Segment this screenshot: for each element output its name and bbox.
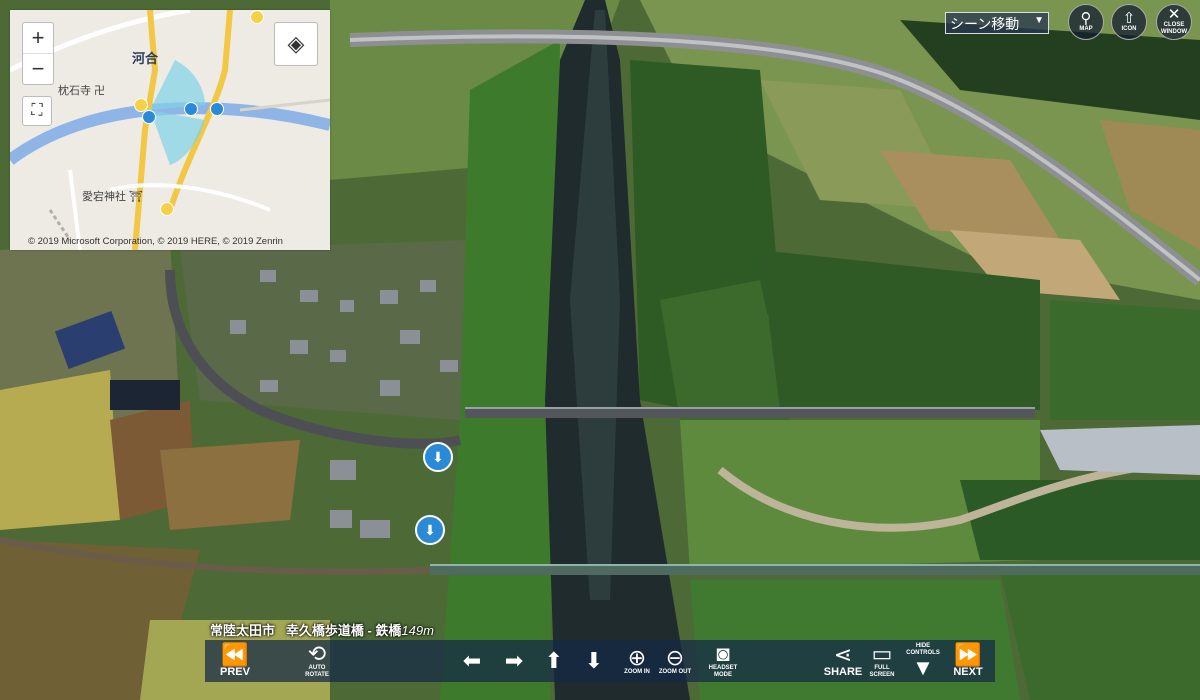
chevron-down-icon: ▼ [1034,15,1044,26]
vr-headset-icon: ◙ [716,641,730,666]
hotspot-download-1[interactable]: ⬇ [423,442,453,472]
map-marker[interactable] [184,102,198,116]
pan-right-button[interactable]: ➡ [497,640,531,682]
full-screen-label: FULL SCREEN [869,665,895,678]
scene-caption: 常陸太田市 幸久橋歩道橋 - 鉄橋149m [210,620,434,639]
map-fullscreen-button[interactable]: ⛶ [22,96,52,126]
auto-rotate-button[interactable]: ⟲ AUTO ROTATE [293,640,341,682]
map-toggle-button[interactable]: ⚲ MAP [1068,4,1104,40]
map-zoom-controls: + − [22,22,54,85]
bottom-toolbar: ⏪ PREV ⟲ AUTO ROTATE ⬅ ➡ ⬆ ⬇ ⊕ ZOOM IN ⊖ … [205,640,995,682]
share-icon: ⋖ [833,642,853,667]
map-toggle-label: MAP [1079,25,1093,32]
zoom-out-icon: ⊖ [665,644,685,670]
map-layers-button[interactable]: ◈ [274,22,318,66]
full-screen-icon: ▭ [871,641,893,666]
zoom-in-icon: ⊕ [627,644,647,670]
zoom-in-label: ZOOM IN [624,668,650,675]
layers-icon: ◈ [287,31,305,56]
map-pin-icon: ⚲ [1080,9,1092,27]
caption-place: 幸久橋歩道橋 - 鉄橋 [285,623,402,638]
next-button[interactable]: ⏩ NEXT [949,640,987,682]
map-zoom-in-button[interactable]: + [23,23,53,53]
map-zoom-out-button[interactable]: − [23,53,53,84]
map-marker[interactable] [210,102,224,116]
map-label-town: 河合 [132,51,159,66]
hide-controls-button[interactable]: HIDE CONTROLS ▼ [903,640,943,682]
fullscreen-icon: ⛶ [31,102,43,119]
close-window-label: CLOSE WINDOW [1160,22,1188,35]
icon-toggle-button[interactable]: ⇧ ICON [1111,4,1147,40]
scene-move-label: シーン移動 [950,16,1020,32]
headset-mode-button[interactable]: ◙ HEADSET MODE [701,640,745,682]
pan-left-button[interactable]: ⬅ [455,640,489,682]
map-marker[interactable] [250,10,264,24]
prev-button[interactable]: ⏪ PREV [215,640,255,682]
map-label-temple: 枕石寺 卍 [58,85,106,97]
share-button[interactable]: ⋖ SHARE [823,640,863,682]
arrow-left-icon: ⬅ [462,648,482,673]
arrow-down-icon: ⬇ [584,648,604,673]
rotate-icon: ⟲ [307,641,327,666]
map-marker-current[interactable] [142,110,156,124]
cloud-download-icon: ⬇ [424,521,436,538]
zoom-out-button[interactable]: ⊖ ZOOM OUT [655,640,695,682]
pan-up-button[interactable]: ⬆ [537,640,571,682]
headset-mode-label: HEADSET MODE [708,665,738,678]
auto-rotate-label: AUTO ROTATE [305,665,329,678]
prev-label: PREV [220,666,250,678]
arrow-right-icon: ➡ [504,648,524,673]
zoom-in-button[interactable]: ⊕ ZOOM IN [617,640,657,682]
hotspot-download-2[interactable]: ⬇ [415,515,445,545]
close-icon: ✕ [1167,6,1181,23]
triangle-down-icon: ▼ [912,655,934,680]
map-label-shrine: 愛宕神社 ⛩ [82,191,144,203]
map-marker[interactable] [160,202,174,216]
fast-forward-icon: ⏩ [954,642,982,667]
zoom-out-label: ZOOM OUT [658,668,692,675]
share-label: SHARE [823,666,863,678]
scene-move-dropdown[interactable]: シーン移動 ▼ [945,12,1049,34]
close-window-button[interactable]: ✕ CLOSE WINDOW [1156,4,1192,40]
cloud-download-icon: ⬇ [432,448,444,465]
caption-distance: 149m [401,623,434,638]
icon-toggle-label: ICON [1121,25,1137,32]
rewind-icon: ⏪ [221,642,249,667]
pan-down-button[interactable]: ⬇ [577,640,611,682]
caption-city: 常陸太田市 [210,623,276,638]
map-copyright: © 2019 Microsoft Corporation, © 2019 HER… [28,236,283,247]
arrow-up-icon: ⬆ [544,648,564,673]
upload-icon: ⇧ [1122,9,1136,27]
full-screen-button[interactable]: ▭ FULL SCREEN [865,640,899,682]
mini-map[interactable]: + − ⛶ ◈ 河合 枕石寺 卍 愛宕神社 ⛩ © 2019 Microsoft… [10,10,330,250]
next-label: NEXT [953,666,983,678]
